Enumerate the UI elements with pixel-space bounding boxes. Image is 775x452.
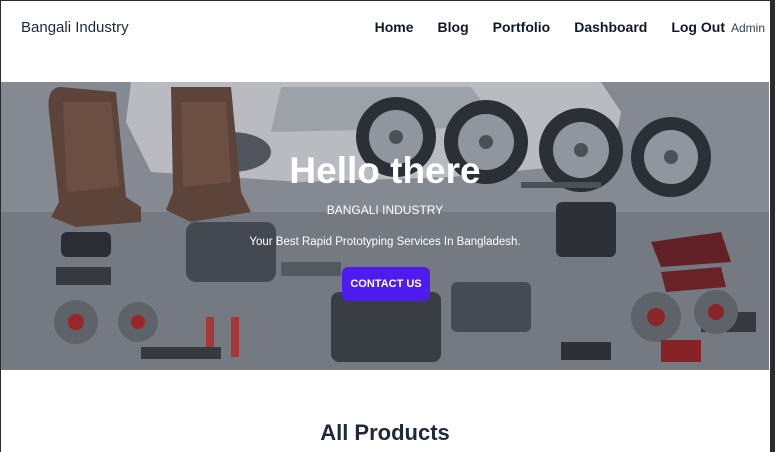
nav-logout[interactable]: Log Out <box>671 19 725 35</box>
hero-banner: Hello there BANGALI INDUSTRY Your Best R… <box>1 82 769 370</box>
contact-us-button[interactable]: CONTACT US <box>342 267 430 301</box>
nav-dashboard[interactable]: Dashboard <box>574 19 647 35</box>
hero-subtitle: BANGALI INDUSTRY <box>326 203 444 217</box>
nav-home[interactable]: Home <box>375 19 414 35</box>
hero-title: Hello there <box>289 150 481 191</box>
hero-overlay <box>1 82 769 370</box>
hero-tagline: Your Best Rapid Prototyping Services In … <box>249 236 521 248</box>
nav-blog[interactable]: Blog <box>438 19 469 35</box>
products-heading: All Products <box>320 420 450 445</box>
user-name: Admin <box>730 21 765 35</box>
navbar: Bangali Industry Home Blog Portfolio Das… <box>1 1 769 81</box>
nav-links: Home Blog Portfolio Dashboard Log Out Ad… <box>375 19 765 35</box>
scrollbar[interactable] <box>770 0 775 452</box>
brand-logo[interactable]: Bangali Industry <box>21 19 129 36</box>
nav-portfolio[interactable]: Portfolio <box>493 19 551 35</box>
